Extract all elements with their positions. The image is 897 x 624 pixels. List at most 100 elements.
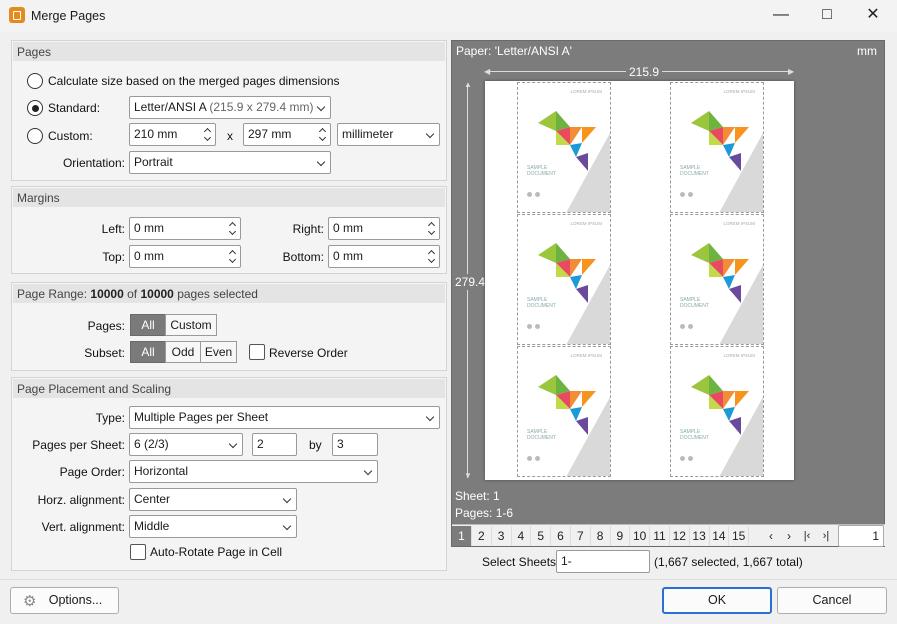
spin-down-icon[interactable] <box>228 227 237 236</box>
vert-alignment-dropdown[interactable]: Middle <box>129 515 297 538</box>
thumb-tag: LOREM IPSUM <box>570 353 602 358</box>
sheet-number-button[interactable]: 15 <box>729 526 750 546</box>
custom-height-input[interactable]: 297 mm <box>243 123 331 146</box>
margin-top-input[interactable]: 0 mm <box>129 245 241 268</box>
first-sheet-icon[interactable]: |‹ <box>797 526 817 546</box>
vert-alignment-label: Vert. alignment: <box>41 520 125 534</box>
custom-unit-value: millimeter <box>342 127 394 141</box>
sheet-number-button[interactable]: 10 <box>630 526 651 546</box>
standard-size-dims: (215.9 x 279.4 mm) <box>209 100 314 114</box>
sheet-number-button[interactable]: 5 <box>531 526 552 546</box>
pages-per-sheet-cols-input[interactable]: 2 <box>252 433 297 456</box>
auto-rotate-checkbox[interactable] <box>130 544 146 560</box>
thumb-dots <box>527 456 541 462</box>
sheet-number-button[interactable]: 12 <box>670 526 690 546</box>
page-range-suffix: pages selected <box>177 287 258 301</box>
ruler-down-arrow-icon: ▼ <box>464 471 472 480</box>
paper-label: Paper: 'Letter/ANSI A' <box>456 44 572 58</box>
by-label: by <box>309 438 322 452</box>
cancel-button[interactable]: Cancel <box>777 587 887 614</box>
thumb-tag: LOREM IPSUM <box>723 221 755 226</box>
sheet-number-button[interactable]: 9 <box>610 526 631 546</box>
margin-bottom-input[interactable]: 0 mm <box>328 245 440 268</box>
pages-custom-button[interactable]: Custom <box>165 314 217 336</box>
standard-label: Standard: <box>48 101 101 115</box>
pages-per-sheet-rows-value: 3 <box>337 437 344 451</box>
vert-alignment-value: Middle <box>134 519 170 533</box>
page-order-dropdown[interactable]: Horizontal <box>129 460 378 483</box>
select-sheets-input[interactable]: 1- <box>556 550 650 573</box>
select-sheets-value: 1- <box>561 554 572 568</box>
sheet-pager: 1 2 3 4 5 6 7 8 9 10 11 12 13 14 15 ‹ › |‹ ›| 1 <box>452 524 885 547</box>
subset-all-button[interactable]: All <box>130 341 166 363</box>
custom-label: Custom: <box>48 129 93 143</box>
horz-alignment-label: Horz. alignment: <box>37 493 125 507</box>
thumb-title: SAMPLE DOCUMENT <box>527 429 556 441</box>
sheet-page-input[interactable]: 1 <box>838 525 884 547</box>
spin-down-icon[interactable] <box>318 133 327 142</box>
margin-left-value: 0 mm <box>134 221 164 235</box>
preview-pages-label: Pages: 1-6 <box>455 506 514 520</box>
sheet-number-button[interactable]: 14 <box>709 526 730 546</box>
minimize-button[interactable]: — <box>758 0 804 32</box>
sheet-number-button[interactable]: 6 <box>551 526 571 546</box>
ok-label: OK <box>707 593 727 607</box>
sheet-number-button[interactable]: 7 <box>571 526 591 546</box>
thumb-dots <box>680 192 694 198</box>
standard-radio[interactable] <box>27 100 43 116</box>
pages-per-sheet-dropdown[interactable]: 6 (2/3) <box>129 433 243 456</box>
prev-sheet-icon[interactable]: ‹ <box>761 526 781 546</box>
ok-button[interactable]: OK <box>662 587 772 614</box>
close-button[interactable]: ✕ <box>850 0 896 32</box>
sheet-number-button[interactable]: 11 <box>650 526 670 546</box>
type-dropdown[interactable]: Multiple Pages per Sheet <box>129 406 440 429</box>
ruler-up-arrow-icon: ▲ <box>464 80 472 89</box>
custom-width-input[interactable]: 210 mm <box>129 123 216 146</box>
standard-size-value: Letter/ANSI A <box>134 100 207 114</box>
spin-down-icon[interactable] <box>203 133 212 142</box>
next-sheet-icon[interactable]: › <box>779 526 799 546</box>
placement-heading: Page Placement and Scaling <box>13 379 445 398</box>
spin-down-icon[interactable] <box>427 255 436 264</box>
subset-odd-button[interactable]: Odd <box>165 341 201 363</box>
spin-down-icon[interactable] <box>427 227 436 236</box>
calc-size-radio[interactable] <box>27 73 43 89</box>
sheet-number-button[interactable]: 4 <box>511 526 532 546</box>
maximize-button[interactable]: □ <box>804 0 850 32</box>
orientation-dropdown[interactable]: Portrait <box>129 151 331 174</box>
options-button[interactable]: ⚙ Options... <box>10 587 119 614</box>
sheet-number-button[interactable]: 2 <box>472 526 492 546</box>
standard-size-dropdown[interactable]: Letter/ANSI A (215.9 x 279.4 mm) <box>129 96 331 119</box>
sheet-number-button[interactable]: 3 <box>492 526 512 546</box>
thumb-title: SAMPLE DOCUMENT <box>680 297 709 309</box>
margin-right-input[interactable]: 0 mm <box>328 217 440 240</box>
select-sheets-label: Select Sheets: <box>482 555 560 569</box>
custom-unit-dropdown[interactable]: millimeter <box>337 123 440 146</box>
select-sheets-summary: (1,667 selected, 1,667 total) <box>654 555 803 569</box>
horz-alignment-dropdown[interactable]: Center <box>129 488 297 511</box>
orientation-value: Portrait <box>134 155 173 169</box>
margins-heading: Margins <box>13 188 445 207</box>
orientation-label: Orientation: <box>62 156 125 170</box>
window-title: Merge Pages <box>31 9 106 23</box>
title-bar: Merge Pages — □ ✕ <box>0 0 897 32</box>
subset-even-button[interactable]: Even <box>200 341 237 363</box>
custom-x-label: x <box>227 129 233 143</box>
sheet-number-button[interactable]: 8 <box>591 526 611 546</box>
sheet-label: Sheet: 1 <box>455 489 500 503</box>
thumb-tag: LOREM IPSUM <box>570 221 602 226</box>
page-thumbnail: LOREM IPSUM SAMPLE DOCUMENT <box>670 346 764 477</box>
pages-all-button[interactable]: All <box>130 314 166 336</box>
custom-radio[interactable] <box>27 128 43 144</box>
sheet-number-button[interactable]: 13 <box>690 526 710 546</box>
margin-left-input[interactable]: 0 mm <box>129 217 241 240</box>
custom-height-value: 297 mm <box>248 127 292 141</box>
margin-top-value: 0 mm <box>134 249 164 263</box>
spin-down-icon[interactable] <box>228 255 237 264</box>
pages-per-sheet-rows-input[interactable]: 3 <box>332 433 378 456</box>
thumb-tag: LOREM IPSUM <box>723 89 755 94</box>
last-sheet-icon[interactable]: ›| <box>816 526 836 546</box>
page-thumbnail: LOREM IPSUM SAMPLE DOCUMENT <box>670 214 764 345</box>
reverse-order-checkbox[interactable] <box>249 344 265 360</box>
sheet-number-button[interactable]: 1 <box>452 526 472 546</box>
